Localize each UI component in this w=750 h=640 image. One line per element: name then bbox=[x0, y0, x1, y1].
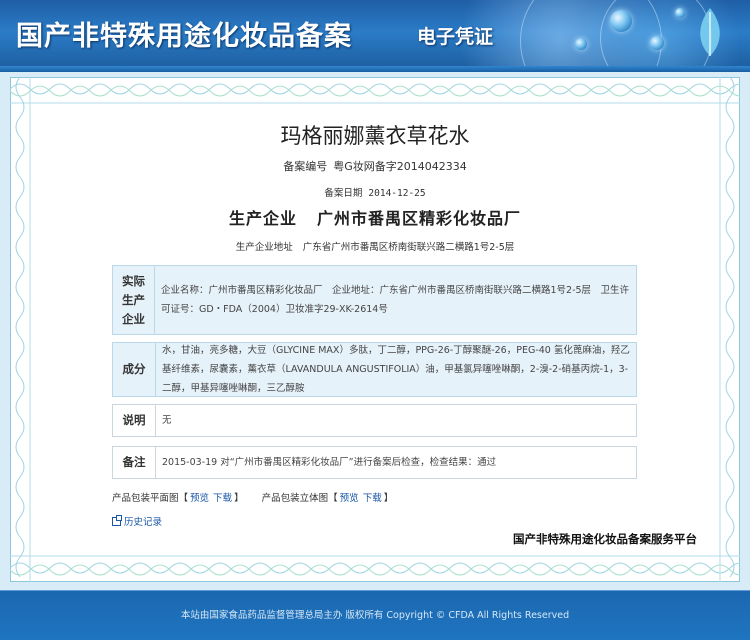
bracket-open: 【 bbox=[178, 493, 189, 504]
company-address-label: 生产企业地址 bbox=[235, 242, 293, 253]
company-line: 生产企业 广州市番禺区精彩化妆品厂 bbox=[0, 205, 750, 229]
record-date-value: 2014-12-25 bbox=[368, 188, 426, 199]
packaging-links: 产品包装平面图【 预览 下载】 产品包装立体图【 预览 下载】 bbox=[112, 490, 393, 504]
company-label: 生产企业 bbox=[228, 209, 297, 228]
section-remarks-label: 备注 bbox=[113, 447, 156, 478]
company-address-line: 生产企业地址 广东省广州市番禺区桥南街联兴路二横路1号2-5层 bbox=[0, 239, 750, 253]
footer-copyright: 本站由国家食品药品监督管理总局主办 版权所有 Copyright © CFDA … bbox=[180, 610, 570, 621]
flat-preview-link[interactable]: 预览 bbox=[190, 493, 209, 504]
header-banner: 国产非特殊用途化妆品备案 电子凭证 bbox=[0, 0, 750, 72]
product-name: 玛格丽娜薰衣草花水 bbox=[280, 124, 470, 148]
section-explanation-text: 无 bbox=[162, 415, 172, 426]
section-remarks-text: 2015-03-19 对“广州市番禺区精彩化妆品厂”进行备案后检查，检查结果：通… bbox=[162, 457, 497, 468]
company-address-value: 广东省广州市番禺区桥南街联兴路二横路1号2-5层 bbox=[302, 242, 515, 253]
section-ingredients: 成分 水，甘油，亮多糖，大豆（GLYCINE MAX）多肽，丁二醇，PPG-26… bbox=[112, 342, 637, 397]
molecule-orb bbox=[675, 8, 685, 18]
company-name: 广州市番禺区精彩化妆品厂 bbox=[317, 209, 522, 228]
record-number-line: 备案编号 粤G妆网备字2014042334 bbox=[0, 158, 750, 174]
packaging-stereo-label: 产品包装立体图 bbox=[261, 493, 329, 504]
record-date-label: 备案日期 bbox=[324, 188, 363, 199]
record-date-line: 备案日期 2014-12-25 bbox=[0, 185, 750, 199]
molecule-orb bbox=[650, 36, 664, 50]
record-number-label: 备案编号 bbox=[283, 160, 328, 173]
section-remarks: 备注 2015-03-19 对“广州市番禺区精彩化妆品厂”进行备案后检查，检查结… bbox=[112, 446, 637, 479]
footer: 本站由国家食品药品监督管理总局主办 版权所有 Copyright © CFDA … bbox=[0, 590, 750, 640]
section-explanation: 说明 无 bbox=[112, 404, 637, 437]
record-number-value: 粤G妆网备字2014042334 bbox=[333, 160, 467, 173]
bracket-open: 【 bbox=[328, 493, 338, 504]
platform-label: 国产非特殊用途化妆品备案服务平台 bbox=[513, 532, 697, 546]
section-actual-producer-label: 实际生产企业 bbox=[113, 266, 155, 334]
section-actual-producer: 实际生产企业 企业名称：广州市番禺区精彩化妆品厂 企业地址：广东省广州市番禺区桥… bbox=[112, 265, 637, 335]
packaging-flat-label: 产品包装平面图 bbox=[112, 493, 179, 504]
section-ingredients-text: 水，甘油，亮多糖，大豆（GLYCINE MAX）多肽，丁二醇，PPG-26-丁醇… bbox=[162, 345, 630, 394]
history-link[interactable]: 历史记录 bbox=[112, 514, 162, 528]
section-actual-producer-text: 企业名称：广州市番禺区精彩化妆品厂 企业地址：广东省广州市番禺区桥南街联兴路二横… bbox=[161, 285, 630, 315]
banner-title: 国产非特殊用途化妆品备案 bbox=[16, 21, 352, 52]
history-label[interactable]: 历史记录 bbox=[124, 517, 162, 528]
leaf-icon bbox=[700, 8, 720, 56]
stereo-download-link[interactable]: 下载 bbox=[363, 493, 382, 504]
bracket-close: 】 bbox=[234, 493, 244, 504]
molecule-orb bbox=[610, 10, 632, 32]
bracket-close: 】 bbox=[383, 493, 394, 504]
banner-subtitle: 电子凭证 bbox=[417, 26, 494, 48]
section-explanation-label: 说明 bbox=[113, 405, 156, 436]
flat-download-link[interactable]: 下载 bbox=[213, 493, 232, 504]
stereo-preview-link[interactable]: 预览 bbox=[340, 493, 359, 504]
section-ingredients-label: 成分 bbox=[113, 343, 156, 396]
molecule-orb bbox=[575, 38, 587, 50]
history-icon bbox=[112, 515, 122, 526]
